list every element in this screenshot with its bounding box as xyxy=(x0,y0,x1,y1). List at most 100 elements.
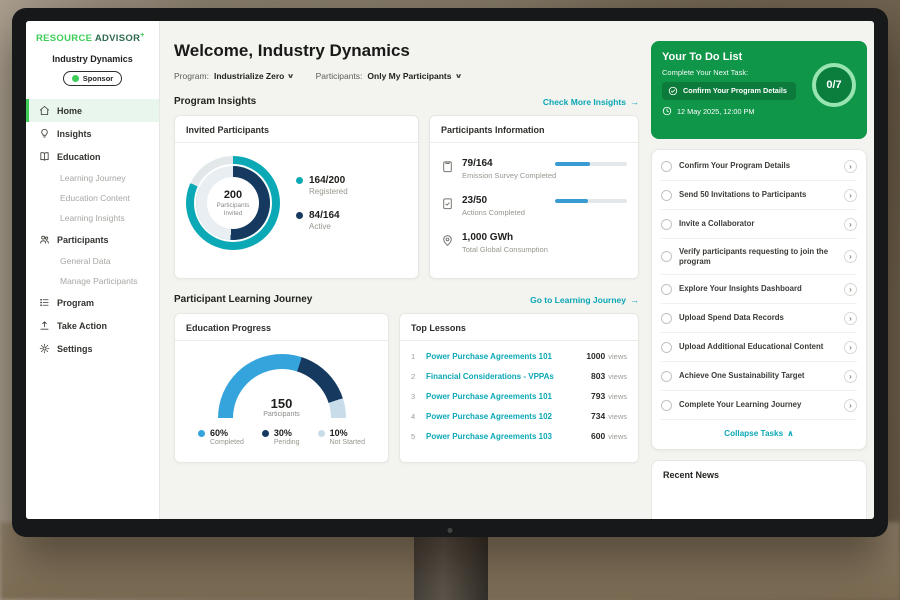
list-icon xyxy=(39,297,50,308)
task-list-card: Confirm Your Program Details › Send 50 I… xyxy=(651,149,867,450)
task-checkbox[interactable] xyxy=(661,219,672,230)
nav-label: Education xyxy=(57,152,101,162)
info-row-actions: 23/50 Actions Completed xyxy=(441,195,627,217)
participants-select[interactable]: Only My Participants ∨ xyxy=(367,71,460,81)
sidebar-item-learning-insights[interactable]: Learning Insights xyxy=(26,208,159,228)
task-row[interactable]: Verify participants requesting to join t… xyxy=(661,239,857,275)
task-row[interactable]: Confirm Your Program Details › xyxy=(661,152,857,181)
photo-background: RESOURCE ADVISOR+ Industry Dynamics Spon… xyxy=(0,0,900,600)
chevron-right-icon[interactable]: › xyxy=(844,250,857,263)
task-checkbox[interactable] xyxy=(661,313,672,324)
task-row[interactable]: Achieve One Sustainability Target › xyxy=(661,362,857,391)
task-row[interactable]: Complete Your Learning Journey › xyxy=(661,391,857,420)
sponsor-badge-wrap: Sponsor xyxy=(26,69,159,87)
chevron-right-icon[interactable]: › xyxy=(844,283,857,296)
chevron-right-icon[interactable]: › xyxy=(844,312,857,325)
next-task-chip[interactable]: Confirm Your Program Details xyxy=(662,82,796,100)
info-row-consumption: 1,000 GWh Total Global Consumption xyxy=(441,232,627,254)
lesson-rank: 4 xyxy=(411,412,419,421)
task-label: Upload Additional Educational Content xyxy=(679,342,837,352)
task-row[interactable]: Send 50 Invitations to Participants › xyxy=(661,181,857,210)
task-row[interactable]: Upload Spend Data Records › xyxy=(661,304,857,333)
legend-value: 30% xyxy=(274,428,300,438)
legend-label: Registered xyxy=(309,187,348,196)
collapse-tasks-button[interactable]: Collapse Tasks ∧ xyxy=(661,420,857,447)
task-checkbox[interactable] xyxy=(661,284,672,295)
todo-summary-card: Your To Do List Complete Your Next Task:… xyxy=(651,41,867,139)
sidebar-item-learning-journey[interactable]: Learning Journey xyxy=(26,168,159,188)
sidebar-item-education-content[interactable]: Education Content xyxy=(26,188,159,208)
task-checkbox[interactable] xyxy=(661,371,672,382)
lesson-link[interactable]: Power Purchase Agreements 101 xyxy=(426,392,552,401)
chevron-up-icon: ∧ xyxy=(787,428,794,438)
lesson-link[interactable]: Power Purchase Agreements 101 xyxy=(426,352,552,361)
learning-cards-row: Education Progress 150 Participants xyxy=(174,313,639,463)
info-value: 1,000 GWh xyxy=(462,232,548,243)
org-name: Industry Dynamics xyxy=(26,54,159,64)
check-circle-icon xyxy=(668,86,678,96)
divider xyxy=(430,142,638,143)
lesson-views: 734views xyxy=(591,411,627,421)
sidebar-item-take-action[interactable]: Take Action xyxy=(26,314,159,337)
task-checkbox[interactable] xyxy=(661,161,672,172)
legend-item-pending: 30% Pending xyxy=(262,428,300,446)
participants-information-card: Participants Information 79/164 Emission… xyxy=(429,115,639,279)
lesson-link[interactable]: Power Purchase Agreements 102 xyxy=(426,412,552,421)
task-checkbox[interactable] xyxy=(661,400,672,411)
education-progress-gauge-chart: 150 Participants xyxy=(218,354,346,418)
lesson-link[interactable]: Power Purchase Agreements 103 xyxy=(426,432,552,441)
legend-value: 84/164 xyxy=(309,210,340,221)
task-label: Explore Your Insights Dashboard xyxy=(679,284,837,294)
progress-fill xyxy=(555,199,588,203)
sidebar-item-education[interactable]: Education xyxy=(26,145,159,168)
chevron-right-icon[interactable]: › xyxy=(844,341,857,354)
task-row[interactable]: Explore Your Insights Dashboard › xyxy=(661,275,857,304)
task-checkbox[interactable] xyxy=(661,342,672,353)
chevron-right-icon[interactable]: › xyxy=(844,370,857,383)
task-checkbox[interactable] xyxy=(661,190,672,201)
program-select[interactable]: Industrialize Zero ∨ xyxy=(214,71,294,81)
chevron-right-icon[interactable]: › xyxy=(844,189,857,202)
chevron-right-icon[interactable]: › xyxy=(844,160,857,173)
task-label: Invite a Collaborator xyxy=(679,219,837,229)
legend-value: 60% xyxy=(210,428,244,438)
lesson-rank: 1 xyxy=(411,352,419,361)
task-checkbox[interactable] xyxy=(661,251,672,262)
book-icon xyxy=(39,151,50,162)
chevron-right-icon[interactable]: › xyxy=(844,218,857,231)
sidebar-item-settings[interactable]: Settings xyxy=(26,337,159,360)
sidebar-item-insights[interactable]: Insights xyxy=(26,122,159,145)
sidebar-item-manage-participants[interactable]: Manage Participants xyxy=(26,271,159,291)
next-task-label: Confirm Your Program Details xyxy=(683,87,787,95)
divider xyxy=(400,340,638,341)
legend-label: Active xyxy=(309,222,340,231)
sponsor-badge[interactable]: Sponsor xyxy=(63,71,122,86)
chevron-down-icon: ∨ xyxy=(287,72,295,80)
todo-title: Your To Do List xyxy=(662,51,856,63)
donut-center: 200 Participants Invited xyxy=(207,177,259,229)
check-more-insights-link[interactable]: Check More Insights → xyxy=(543,97,639,107)
collapse-label: Collapse Tasks xyxy=(724,429,783,438)
lesson-row: 3 Power Purchase Agreements 101 793views xyxy=(411,391,627,401)
donut-legend: 164/200 Registered 84/164 Active xyxy=(296,175,348,231)
task-row[interactable]: Upload Additional Educational Content › xyxy=(661,333,857,362)
arrow-right-icon: → xyxy=(630,295,639,305)
sidebar-item-participants[interactable]: Participants xyxy=(26,228,159,251)
task-row[interactable]: Invite a Collaborator › xyxy=(661,210,857,239)
lesson-row: 4 Power Purchase Agreements 102 734views xyxy=(411,411,627,421)
nav-label: Participants xyxy=(57,235,109,245)
lesson-row: 1 Power Purchase Agreements 101 1000view… xyxy=(411,351,627,361)
sidebar-item-general-data[interactable]: General Data xyxy=(26,251,159,271)
sidebar-item-program[interactable]: Program xyxy=(26,291,159,314)
sidebar-item-home[interactable]: Home xyxy=(26,99,159,122)
chevron-right-icon[interactable]: › xyxy=(844,399,857,412)
divider xyxy=(175,142,418,143)
bulb-icon xyxy=(39,128,50,139)
logo-plus: + xyxy=(140,32,144,39)
home-icon xyxy=(39,105,50,116)
legend-dot-navy xyxy=(296,212,303,219)
legend-label: Completed xyxy=(210,439,244,446)
go-to-learning-journey-link[interactable]: Go to Learning Journey → xyxy=(530,295,639,305)
info-label: Actions Completed xyxy=(462,208,525,217)
lesson-link[interactable]: Financial Considerations - VPPAs xyxy=(426,372,554,381)
